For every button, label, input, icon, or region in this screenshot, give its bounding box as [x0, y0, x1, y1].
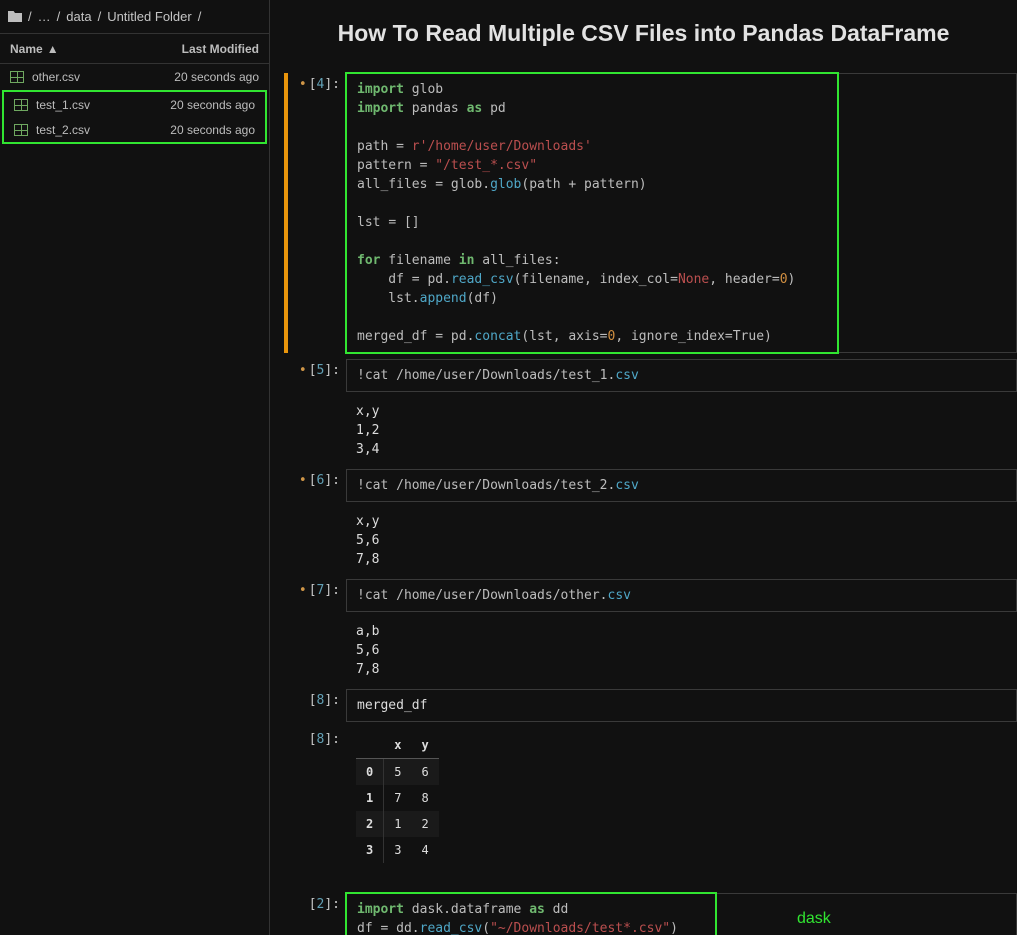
csv-icon — [14, 99, 28, 111]
output-cell: a,b 5,6 7,8 — [270, 618, 1017, 683]
code-input[interactable]: import glob import pandas as pd path = r… — [346, 73, 1017, 353]
code-cell[interactable]: •[5]: !cat /home/user/Downloads/test_1.c… — [270, 359, 1017, 392]
crumb-slash: / — [198, 9, 202, 24]
file-name: test_2.csv — [36, 123, 90, 137]
folder-icon — [8, 11, 22, 22]
csv-icon — [10, 71, 24, 83]
code-cell[interactable]: •[7]: !cat /home/user/Downloads/other.cs… — [270, 579, 1017, 612]
list-item[interactable]: other.csv 20 seconds ago — [0, 64, 269, 89]
code-input[interactable]: merged_df — [346, 689, 1017, 722]
code-text[interactable]: import dask.dataframe as dd df = dd.read… — [357, 900, 1006, 935]
output-cell: [8]: xy 056 178 212 334 — [270, 728, 1017, 867]
file-name: test_1.csv — [36, 98, 90, 112]
file-modified: 20 seconds ago — [170, 123, 255, 137]
code-input[interactable]: !cat /home/user/Downloads/test_2.csv — [346, 469, 1017, 502]
cell-prompt: [8]: — [270, 728, 346, 867]
cell-prompt: [2]: — [270, 893, 346, 935]
breadcrumb[interactable]: / … / data / Untitled Folder / — [0, 0, 269, 34]
crumb-slash: / — [98, 9, 102, 24]
dataframe-output: xy 056 178 212 334 — [356, 732, 439, 863]
code-cell[interactable]: [8]: merged_df — [270, 689, 1017, 722]
file-modified: 20 seconds ago — [170, 98, 255, 112]
code-text[interactable]: import glob import pandas as pd path = r… — [357, 80, 1006, 346]
code-text[interactable]: !cat /home/user/Downloads/test_1.csv — [357, 366, 1006, 385]
cell-prompt: •[6]: — [270, 469, 346, 502]
code-input[interactable]: !cat /home/user/Downloads/test_1.csv — [346, 359, 1017, 392]
code-cell[interactable]: •[4]: import glob import pandas as pd pa… — [270, 73, 1017, 353]
page-title: How To Read Multiple CSV Files into Pand… — [270, 0, 1017, 73]
output-cell: x,y 5,6 7,8 — [270, 508, 1017, 573]
list-item[interactable]: test_1.csv 20 seconds ago — [4, 92, 265, 117]
output-cell: x,y 1,2 3,4 — [270, 398, 1017, 463]
name-column-header[interactable]: Name ▲ — [10, 42, 59, 56]
crumb-folder[interactable]: Untitled Folder — [107, 9, 192, 24]
output-text: a,b 5,6 7,8 — [356, 622, 1007, 679]
code-input[interactable]: import dask.dataframe as dd df = dd.read… — [346, 893, 1017, 935]
sort-icon: ▲ — [47, 42, 59, 56]
output-text: x,y 5,6 7,8 — [356, 512, 1007, 569]
code-text[interactable]: merged_df — [357, 696, 1006, 715]
modified-column-header[interactable]: Last Modified — [182, 42, 259, 56]
code-cell[interactable]: [2]: import dask.dataframe as dd df = dd… — [270, 893, 1017, 935]
notebook-area[interactable]: How To Read Multiple CSV Files into Pand… — [270, 0, 1017, 935]
code-text[interactable]: !cat /home/user/Downloads/test_2.csv — [357, 476, 1006, 495]
code-input[interactable]: !cat /home/user/Downloads/other.csv — [346, 579, 1017, 612]
file-modified: 20 seconds ago — [174, 70, 259, 84]
cell-prompt: [8]: — [270, 689, 346, 722]
crumb-slash: / — [28, 9, 32, 24]
output-text: x,y 1,2 3,4 — [356, 402, 1007, 459]
crumb-slash: / — [57, 9, 61, 24]
csv-icon — [14, 124, 28, 136]
crumb-data[interactable]: data — [66, 9, 91, 24]
code-text[interactable]: !cat /home/user/Downloads/other.csv — [357, 586, 1006, 605]
annotation-dask: dask — [797, 910, 831, 928]
cell-prompt: •[4]: — [270, 73, 346, 353]
cell-prompt: •[5]: — [270, 359, 346, 392]
cell-prompt: •[7]: — [270, 579, 346, 612]
code-cell[interactable]: •[6]: !cat /home/user/Downloads/test_2.c… — [270, 469, 1017, 502]
file-list-header: Name ▲ Last Modified — [0, 34, 269, 64]
crumb-dots[interactable]: … — [38, 9, 51, 24]
list-item[interactable]: test_2.csv 20 seconds ago — [4, 117, 265, 142]
file-name: other.csv — [32, 70, 80, 84]
file-browser-sidebar: / … / data / Untitled Folder / Name ▲ La… — [0, 0, 270, 935]
